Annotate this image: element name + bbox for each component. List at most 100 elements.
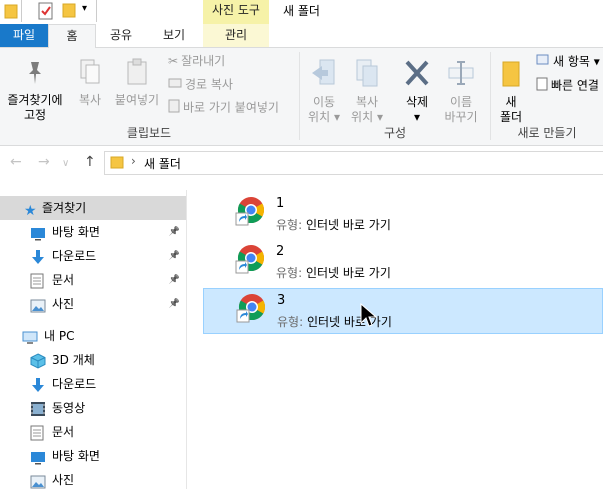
contextual-tab-label: 사진 도구 [212, 3, 260, 17]
delete-x-icon [396, 58, 438, 92]
paste-shortcut-button[interactable]: 바로 가기 붙여넣기 [168, 99, 279, 117]
tab-manage[interactable]: 관리 [203, 24, 269, 47]
window-title: 새 폴더 [283, 4, 320, 18]
file-type-value: 인터넷 바로 가기 [306, 315, 392, 329]
pin-icon[interactable]: 📌 [169, 292, 180, 316]
paste-button[interactable]: 붙여넣기 [110, 58, 164, 108]
nav-quick-access[interactable]: ★ 즐겨찾기 [0, 196, 186, 220]
delete-label: 삭제 [405, 95, 429, 109]
breadcrumb-chevron-icon[interactable]: › [131, 154, 136, 168]
pin-icon[interactable]: 📌 [169, 268, 180, 292]
copy-path-label: 경로 복사 [185, 77, 233, 92]
move-to-label-line1: 이동 [312, 95, 336, 109]
move-to-icon [304, 58, 344, 92]
nav-this-pc-label: 내 PC [44, 329, 75, 343]
pin-icon[interactable]: 📌 [169, 244, 180, 268]
paste-icon [110, 58, 164, 90]
clipboard-group-label: 클립보드 [126, 126, 172, 140]
nav-this-pc[interactable]: 내 PC [0, 324, 186, 348]
forward-arrow-icon[interactable]: → [38, 154, 50, 170]
copy-to-label-line1: 복사 [355, 95, 379, 109]
nav-item[interactable]: 문서 [0, 420, 186, 444]
delete-dropdown-icon[interactable]: ▾ [396, 110, 438, 125]
rename-icon [440, 58, 482, 92]
nav-item-label: 동영상 [52, 401, 86, 415]
easy-access-label: 빠른 연결 [551, 78, 599, 93]
title-bar: ▾ 사진 도구 새 폴더 [0, 0, 603, 24]
rename-label-line2: 바꾸기 [444, 110, 478, 124]
file-name: 2 [276, 244, 285, 259]
contextual-tab-header: 사진 도구 [203, 0, 269, 24]
file-list: 1 유형: 인터넷 바로 가기 2 유형: 인터넷 바로 가기 3 유형: 인터넷 바로 … [187, 190, 603, 489]
copy-button[interactable]: 복사 [72, 58, 108, 108]
nav-item-label: 다운로드 [52, 249, 97, 263]
file-item[interactable]: 1 유형: 인터넷 바로 가기 [203, 192, 603, 238]
file-type-key: 유형: [276, 218, 303, 232]
paste-shortcut-icon [168, 99, 180, 117]
copy-label: 복사 [78, 93, 102, 107]
mouse-cursor-icon [360, 302, 378, 332]
tab-view[interactable]: 보기 [146, 24, 202, 47]
nav-item[interactable]: 동영상 [0, 396, 186, 420]
file-type-value: 인터넷 바로 가기 [305, 218, 391, 232]
nav-item[interactable]: 다운로드 [0, 372, 186, 396]
address-bar[interactable]: › 새 폴더 [104, 151, 603, 175]
recent-locations-chevron-icon[interactable]: ∨ [62, 158, 69, 169]
copy-path-icon [168, 77, 182, 93]
divider [21, 0, 22, 22]
new-folder-button[interactable]: 새 폴더 [494, 58, 528, 125]
file-name: 1 [276, 196, 285, 211]
up-arrow-icon[interactable]: ↑ [84, 154, 96, 170]
properties-icon[interactable] [38, 2, 54, 23]
move-to-button[interactable]: 이동 위치 ▾ [304, 58, 344, 125]
customize-toolbar-icon[interactable]: ▾ [82, 3, 87, 14]
new-item-button[interactable]: 새 항목 ▾ [536, 54, 600, 70]
new-item-icon [536, 54, 550, 70]
ribbon-tabs: 파일 홈 공유 보기 관리 [0, 24, 603, 48]
move-to-label-line2: 위치 ▾ [308, 110, 340, 124]
rename-button[interactable]: 이름 바꾸기 [440, 58, 482, 125]
nav-item-label: 사진 [52, 473, 75, 487]
file-type: 유형: 인터넷 바로 가기 [276, 216, 391, 233]
delete-button[interactable]: 삭제 ▾ [396, 58, 438, 125]
cut-label: 잘라내기 [181, 54, 226, 68]
rename-label-line1: 이름 [449, 95, 473, 109]
nav-item[interactable]: 바탕 화면 📌 [0, 220, 186, 244]
copy-path-button[interactable]: 경로 복사 [168, 77, 233, 93]
nav-item[interactable]: 다운로드 📌 [0, 244, 186, 268]
copy-to-icon [346, 58, 388, 92]
file-item[interactable]: 2 유형: 인터넷 바로 가기 [203, 240, 603, 286]
back-arrow-icon[interactable]: ← [10, 154, 22, 170]
folder-icon [110, 155, 124, 172]
file-type: 유형: 인터넷 바로 가기 [276, 264, 391, 281]
scissors-icon: ✂ [168, 54, 179, 68]
nav-item[interactable]: 바탕 화면 [0, 444, 186, 468]
nav-item-label: 문서 [52, 273, 75, 287]
file-type-value: 인터넷 바로 가기 [305, 266, 391, 280]
copy-to-button[interactable]: 복사 위치 ▾ [346, 58, 388, 125]
nav-item[interactable]: 3D 개체 [0, 348, 186, 372]
new-folder-icon [494, 58, 528, 92]
tab-share[interactable]: 공유 [96, 24, 146, 47]
nav-item[interactable]: 사진 📌 [0, 292, 186, 316]
nav-item-label: 3D 개체 [52, 353, 95, 367]
folder-icon[interactable] [4, 3, 18, 22]
pin-icon [2, 58, 68, 90]
tab-home[interactable]: 홈 [48, 24, 96, 48]
copy-icon [72, 58, 108, 90]
new-folder-label-line1: 새 [505, 95, 517, 109]
new-folder-icon[interactable] [62, 2, 76, 21]
breadcrumb-current[interactable]: 새 폴더 [144, 155, 181, 172]
easy-access-button[interactable]: 빠른 연결 [536, 77, 599, 95]
navigation-pane: ★ 즐겨찾기 바탕 화면 📌 다운로드 📌 문서 📌 사진 📌 내 PC 3D 개체 다운로드 동… [0, 190, 187, 489]
tab-file[interactable]: 파일 [0, 24, 48, 47]
nav-item[interactable]: 문서 📌 [0, 268, 186, 292]
pin-to-quick-access-button[interactable]: 즐겨찾기에 고정 [2, 58, 68, 123]
nav-item-label: 사진 [52, 297, 75, 311]
file-item[interactable]: 3 유형: 인터넷 바로 가기 [203, 288, 603, 334]
nav-item[interactable]: 사진 [0, 468, 186, 492]
file-type-key: 유형: [276, 266, 303, 280]
pin-icon[interactable]: 📌 [169, 220, 180, 244]
cut-button[interactable]: ✂ 잘라내기 [168, 54, 225, 69]
divider [96, 0, 97, 22]
